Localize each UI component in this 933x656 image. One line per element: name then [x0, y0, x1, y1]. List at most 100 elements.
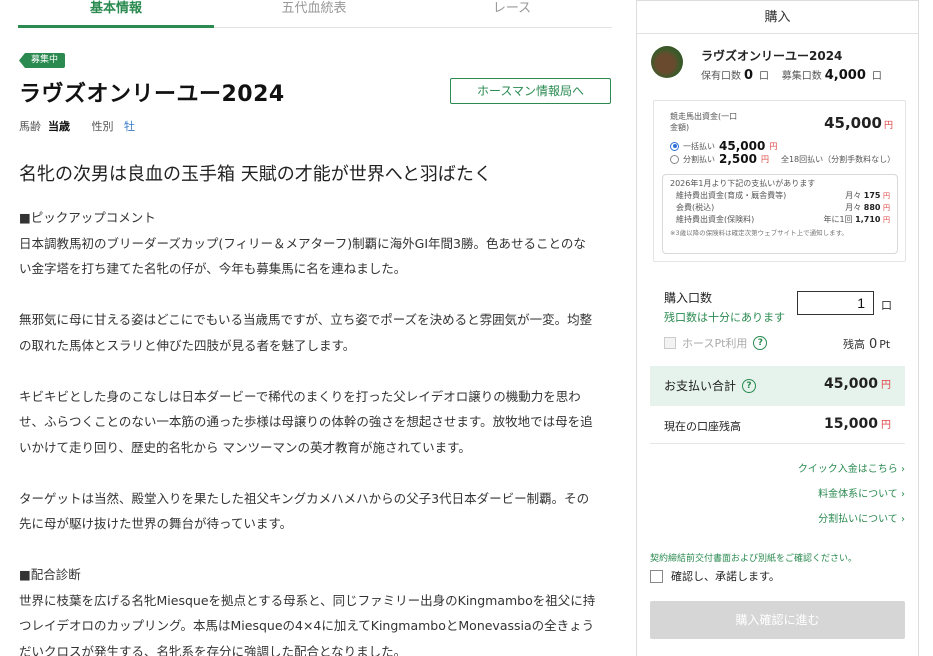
- yen-unit: 円: [769, 141, 778, 151]
- fee-label: 維持費出資金(保険料): [676, 215, 755, 224]
- age-value: 当歳: [48, 120, 70, 133]
- contract-note: 契約締結前交付書面および別紙をご確認ください。: [650, 554, 858, 564]
- split-payment-link[interactable]: 分割払いについて ›: [818, 510, 905, 525]
- yen-unit: 円: [883, 216, 890, 224]
- qty-stock-status: 残口数は十分にあります: [664, 311, 785, 324]
- fee-title: 2026年1月より下記の支払いがあります: [670, 179, 816, 188]
- owned-unit: 口: [759, 71, 770, 82]
- balance-number: 15,000: [823, 416, 878, 432]
- fee-note: ※3歳以降の保険料は確定次第ウェブサイト上で通知します。: [670, 229, 848, 237]
- balance-value: 15,000 円: [824, 416, 891, 432]
- horseman-info-button[interactable]: ホースマン情報局へ: [450, 78, 611, 104]
- tab-basic-info[interactable]: 基本情報: [18, 0, 214, 28]
- total-number: 45,000: [823, 376, 878, 392]
- text-line: 先に母が駆け抜けた世界の舞台が待っています。: [19, 516, 293, 531]
- account-balance-row: 現在の口座残高 15,000 円: [650, 406, 905, 444]
- pt-balance-value: 0: [869, 337, 878, 352]
- yen-unit: 円: [883, 204, 890, 212]
- horse-meta: 馬齢 当歳 性別 牡: [19, 118, 135, 134]
- fee-period: 年に1回: [823, 215, 853, 224]
- fee-row: 会費(税込) 月々 880 円: [670, 202, 890, 214]
- quantity-input[interactable]: 1: [797, 291, 874, 315]
- help-icon[interactable]: ?: [742, 378, 757, 393]
- total-value: 45,000 円: [824, 376, 891, 392]
- confirm-checkbox[interactable]: [650, 569, 663, 583]
- horse-avatar: [651, 46, 683, 78]
- help-icon[interactable]: ?: [753, 336, 768, 350]
- fee-period: 月々: [845, 191, 862, 200]
- paragraph-4: ターゲットは当然、殿堂入りを果たした祖父キングカメハメハからの父子3代日本ダービ…: [19, 486, 613, 537]
- owned-label: 保有口数: [701, 71, 741, 82]
- lump-payment-option[interactable]: 一括払い 45,000 円: [670, 139, 777, 153]
- fee-period: 月々: [845, 203, 862, 212]
- paragraph-2: 無邪気に母に甘える姿はどこにでもいる当歳馬ですが、立ち姿でポーズを決めると雰囲気…: [19, 307, 613, 358]
- share-counts: 保有口数 0 口 募集口数 4,000 口: [701, 67, 882, 83]
- pt-label: ホースPt利用: [682, 337, 748, 350]
- text-line: だいクロスが発生する、名牝系を存分に強調した配合となりました。: [19, 643, 407, 656]
- text-line: の取れた馬体とスラリと伸びた四肢が見る者を魅了します。: [19, 337, 356, 353]
- split-value: 2,500: [719, 152, 757, 166]
- yen-unit: 円: [883, 192, 890, 200]
- pt-unit: Pt: [879, 338, 891, 351]
- yen-unit: 円: [883, 121, 893, 131]
- age-label: 馬齢: [19, 120, 41, 133]
- sex-label: 性別: [91, 120, 114, 133]
- fee-box: 2026年1月より下記の支払いがあります 維持費出資金(育成・厩舎費等) 月々 1…: [662, 174, 898, 254]
- confirm-label: 確認し、承諾します。: [671, 570, 780, 583]
- text-line: いかけて走り回り、歴史的名牝から マンツーマンの英才教育が施されています。: [19, 439, 471, 455]
- total-label-group: お支払い合計?: [664, 377, 757, 394]
- pedigree-heading: ■配合診断: [19, 567, 81, 582]
- text-line: つレイデオロのカップリング。本馬はMiesqueの4×4に加えてKingmamb…: [19, 618, 595, 633]
- pt-balance-label: 残高: [843, 338, 865, 351]
- radio-split[interactable]: [670, 154, 679, 164]
- split-label: 分割払い: [683, 154, 715, 164]
- lump-value: 45,000: [719, 139, 766, 153]
- text-line: 世界に枝葉を広げる名牝Miesqueを拠点とする母系と、同じファミリー出身のKi…: [19, 592, 596, 608]
- text-line: ターゲットは当然、殿堂入りを果たした祖父キングカメハメハからの父子3代日本ダービ…: [19, 490, 590, 506]
- price-box: 競走馬出資金(一口金額) 45,000 円 一括払い 45,000 円 分割払い 2…: [653, 100, 906, 262]
- pt-balance: 残高 0 Pt: [843, 336, 890, 352]
- price-number: 45,000: [824, 114, 882, 132]
- text-line: キビキビとした身のこなしは日本ダービーで稀代のまくりを打った父レイデオロ譲りの機…: [19, 388, 581, 404]
- fee-structure-link[interactable]: 料金体系について ›: [818, 485, 905, 500]
- panel-horse-name: ラヴズオンリーユー2024: [701, 49, 843, 63]
- offered-value: 4,000: [824, 68, 866, 83]
- fee-value: 880: [863, 203, 881, 212]
- fee-value: 175: [863, 191, 881, 200]
- qty-label: 購入口数: [664, 291, 713, 305]
- fee-row: 維持費出資金(保険料) 年に1回 1,710 円: [670, 214, 890, 226]
- total-label: お支払い合計: [664, 379, 737, 393]
- paragraph-3: キビキビとした身のこなしは日本ダービーで稀代のまくりを打った父レイデオロ譲りの機…: [19, 384, 613, 461]
- qty-unit: 口: [881, 299, 892, 312]
- quick-deposit-link[interactable]: クイック入金はこちら ›: [798, 460, 905, 475]
- balance-label: 現在の口座残高: [664, 420, 741, 433]
- panel-title: 購入: [637, 1, 918, 34]
- confirm-checkbox-row[interactable]: 確認し、承諾します。: [650, 568, 780, 584]
- horse-pt-toggle[interactable]: ホースPt利用 ?: [664, 335, 768, 351]
- fee-value: 1,710: [855, 215, 881, 224]
- radio-lump[interactable]: [670, 141, 679, 151]
- yen-unit: 円: [760, 154, 769, 164]
- sex-value: 牡: [124, 120, 135, 133]
- pickup-heading: ■ピックアップコメント: [19, 210, 156, 225]
- fee-row: 維持費出資金(育成・厩舎費等) 月々 175 円: [670, 190, 890, 202]
- tab-race[interactable]: レース: [414, 0, 610, 28]
- text-line: 日本調教馬初のブリーダーズカップ(フィリー＆メアターフ)制覇に海外GI年間3勝。…: [19, 235, 586, 251]
- text-line: 無邪気に母に甘える姿はどこにでもいる当歳馬ですが、立ち姿でポーズを決めると雰囲気…: [19, 312, 593, 327]
- tab-pedigree[interactable]: 五代血統表: [216, 0, 412, 28]
- price-value: 45,000 円: [824, 114, 893, 132]
- yen-unit: 円: [881, 380, 891, 391]
- lump-label: 一括払い: [683, 141, 715, 151]
- text-line: い金字塔を打ち建てた名牝の仔が、今年も募集馬に名を連ねました。: [19, 261, 407, 276]
- fee-label: 維持費出資金(育成・厩舎費等): [676, 191, 787, 200]
- fee-label: 会費(税込): [676, 203, 715, 212]
- payment-total-row: お支払い合計? 45,000 円: [650, 366, 905, 406]
- split-note: 全18回払い（分割手数料なし）: [780, 154, 896, 164]
- pt-checkbox[interactable]: [664, 337, 676, 349]
- proceed-button[interactable]: 購入確認に進む: [650, 601, 905, 639]
- offered-label: 募集口数: [781, 71, 822, 82]
- status-badge: 募集中: [19, 53, 66, 68]
- split-payment-option[interactable]: 分割払い 2,500 円 全18回払い（分割手数料なし）: [670, 152, 895, 166]
- article-headline: 名牝の次男は良血の玉手箱 天賦の才能が世界へと羽ばたく: [19, 164, 492, 185]
- price-label: 競走馬出資金(一口金額): [670, 112, 738, 132]
